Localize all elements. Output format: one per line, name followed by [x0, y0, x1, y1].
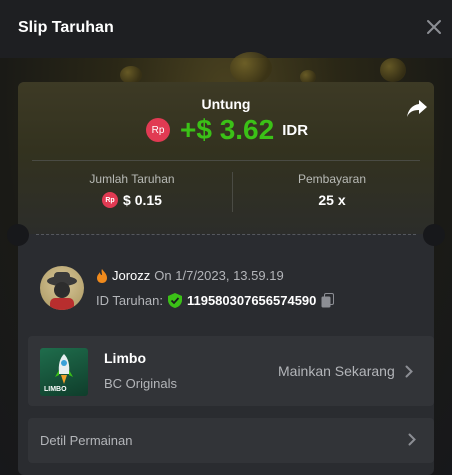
game-details-button[interactable]: Detil Permainan: [28, 418, 434, 463]
payout: Pembayaran 25 x: [232, 172, 432, 208]
game-provider: BC Originals: [104, 376, 177, 391]
bet-amount-value-row: Rp $ 0.15: [32, 192, 232, 208]
game-thumbnail-text: LIMBO: [44, 386, 67, 393]
game-info: LIMBO Limbo BC Originals Mainkan Sekaran…: [28, 336, 434, 406]
modal-title: Slip Taruhan: [18, 19, 114, 36]
bet-slip-card: Untung Rp +$ 3.62 IDR Jumlah Taruhan Rp …: [7, 82, 445, 475]
profit-currency: IDR: [282, 121, 309, 139]
profit-row: Rp +$ 3.62 IDR: [146, 114, 308, 146]
bet-amount: Jumlah Taruhan Rp $ 0.15: [32, 172, 232, 208]
rupiah-currency-icon: Rp: [146, 118, 170, 142]
close-icon[interactable]: [425, 18, 443, 36]
bet-timestamp: On 1/7/2023, 13.59.19: [154, 268, 284, 283]
ticket-notch: [7, 224, 29, 246]
payout-label: Pembayaran: [297, 172, 367, 186]
ticket-notch: [423, 224, 445, 246]
game-thumbnail[interactable]: LIMBO: [40, 348, 88, 396]
copy-icon[interactable]: [321, 293, 335, 308]
divider: [32, 160, 420, 161]
chevron-right-icon: [405, 365, 413, 377]
username[interactable]: Jorozz: [112, 268, 150, 283]
profit-value: +$ 3.62: [180, 114, 275, 145]
user-info: Jorozz On 1/7/2023, 13.59.19: [96, 268, 284, 283]
bet-id-value: 119580307656574590: [186, 293, 317, 308]
bet-summary: Untung Rp +$ 3.62 IDR Jumlah Taruhan Rp …: [18, 82, 434, 234]
chevron-right-icon: [408, 433, 416, 446]
play-now-label: Mainkan Sekarang: [278, 363, 395, 379]
play-now-link[interactable]: Mainkan Sekarang: [278, 363, 413, 379]
bet-id-label: ID Taruhan:: [96, 293, 163, 308]
verified-shield-icon: [167, 293, 182, 308]
bet-id-row: ID Taruhan: 119580307656574590: [96, 293, 335, 308]
rupiah-currency-icon: Rp: [102, 192, 119, 208]
flame-icon: [97, 268, 107, 283]
game-details-label: Detil Permainan: [40, 433, 133, 448]
game-name[interactable]: Limbo: [104, 350, 146, 366]
perforation-line: [36, 234, 416, 235]
payout-value: 25 x: [318, 192, 346, 208]
modal-header: Slip Taruhan: [0, 0, 452, 58]
share-icon[interactable]: [406, 98, 428, 118]
profit-label: Untung: [201, 96, 251, 112]
bet-amount-value: $ 0.15: [123, 192, 162, 208]
avatar[interactable]: [40, 266, 84, 310]
bet-amount-label: Jumlah Taruhan: [89, 172, 175, 186]
